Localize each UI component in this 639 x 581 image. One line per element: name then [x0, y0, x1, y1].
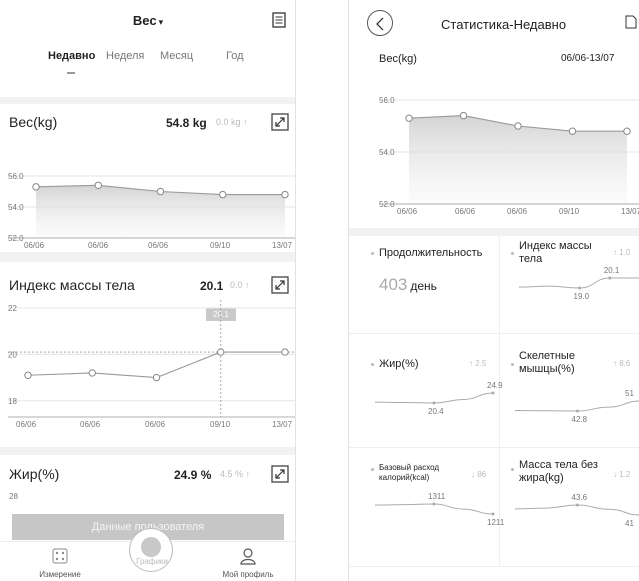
data-point — [32, 183, 40, 191]
x-tick-label: 09/10 — [210, 241, 231, 250]
data-point — [152, 373, 161, 382]
muscle-max-label: 51 — [625, 389, 634, 398]
nav-charts-label: Графики — [136, 557, 168, 566]
bmr-min-label: 1211 — [487, 518, 505, 527]
y-tick-label: 22 — [8, 304, 17, 313]
x-tick-label: 13/07 — [272, 241, 293, 250]
app-header: Вес ▾ — [0, 0, 295, 42]
weight-value: 54.8 kg — [166, 116, 207, 130]
metric-title: Вес — [132, 13, 157, 28]
weight-card-header: Вес(kg) 54.8 kg 0.0 kg ↑ — [0, 107, 295, 137]
bmi-min-label: 19.0 — [574, 292, 590, 301]
expand-icon[interactable] — [271, 465, 289, 483]
tab-year[interactable]: Год — [226, 50, 244, 62]
bmi-min-point — [578, 286, 581, 290]
period-tabs: Недавно Неделя Месяц Год — [0, 50, 295, 74]
bmi-trend-line — [518, 277, 639, 289]
section-divider — [0, 447, 295, 455]
fat-card-title: Жир(%) — [9, 466, 60, 482]
weight-delta: 0.0 kg ↑ — [216, 117, 248, 127]
lean-trend-line — [514, 504, 639, 516]
bmr-min-point — [491, 512, 495, 516]
y-tick-label: 56.0 — [8, 172, 24, 181]
bmi-max-label: 20.1 — [604, 266, 620, 275]
data-point — [94, 181, 102, 189]
x-tick-label: 13/07 — [272, 420, 293, 429]
left-phone-screen: Вес ▾ Недавно Неделя Месяц Год Вес(kg) 54… — [0, 0, 296, 581]
nav-charts[interactable]: Графики — [129, 528, 173, 572]
data-point — [24, 371, 32, 379]
fat-delta: 4.5 % ↑ — [220, 469, 251, 479]
chart-icon — [141, 537, 161, 557]
data-point — [281, 190, 289, 199]
nav-profile[interactable]: Мой профиль — [208, 542, 288, 581]
bmr-max-label: 1311 — [428, 492, 446, 501]
data-point — [88, 369, 96, 377]
bmi-max-point — [608, 276, 612, 280]
fat-value: 24.9 % — [174, 468, 212, 482]
weight-chart: 56.054.052.006/0606/0606/0609/1013/07 — [8, 172, 295, 250]
bmi-card-title: Индекс массы тела — [9, 277, 135, 293]
metric-selector[interactable]: Вес ▾ — [0, 13, 295, 28]
section-divider — [0, 97, 295, 104]
lean-min-label: 41 — [625, 519, 634, 528]
x-tick-label: 09/10 — [210, 420, 231, 429]
y-tick-label: 18 — [8, 397, 17, 406]
bmr-max-point — [432, 502, 436, 506]
fat-max-label: 24.9 — [487, 381, 503, 390]
bmi-delta: 0.0 ↑ — [230, 280, 250, 290]
bmi-card-header: Индекс массы тела 20.1 0.0 ↑ — [0, 270, 295, 300]
active-tab-indicator — [67, 72, 75, 74]
data-point — [217, 348, 225, 356]
document-icon[interactable] — [272, 12, 286, 28]
x-tick-label: 06/06 — [24, 241, 45, 250]
fat-max-point — [491, 391, 495, 395]
muscle-trend-line — [514, 400, 639, 412]
bmi-chart: 22201806/06 06/06 06/06 09/10 13/07 — [8, 300, 295, 429]
x-tick-label: 06/06 — [148, 241, 169, 250]
data-point — [281, 348, 289, 356]
measure-icon — [52, 548, 68, 564]
x-tick-label: 06/06 — [88, 241, 109, 250]
tab-recent[interactable]: Недавно — [48, 50, 95, 62]
data-point — [219, 190, 227, 199]
x-tick-label: 06/06 — [145, 420, 166, 429]
x-tick-label: 06/06 — [16, 420, 37, 429]
muscle-min-label: 42.8 — [572, 415, 588, 424]
nav-profile-label: Мой профиль — [222, 570, 274, 579]
lean-max-label: 43.6 — [572, 493, 588, 502]
y-tick-label: 52.0 — [8, 234, 24, 243]
expand-icon[interactable] — [271, 276, 289, 294]
chevron-down-icon: ▾ — [158, 17, 164, 27]
section-divider — [0, 252, 295, 262]
data-point — [156, 187, 165, 196]
tab-week[interactable]: Неделя — [106, 50, 144, 62]
right-phone-screen: Статистика-Недавно Вес(kg) 06/06-13/07 5… — [348, 0, 639, 581]
expand-icon[interactable] — [271, 113, 289, 131]
mini-trend-charts: 20.1 19.0 24.9 20.4 51 42.8 1311 1211 43.6 41 — [374, 266, 639, 528]
muscle-min-point — [576, 409, 579, 413]
profile-icon — [240, 548, 256, 565]
weight-card-title: Вес(kg) — [9, 114, 58, 130]
fat-chart-ytick: 28 — [9, 492, 18, 501]
fat-min-label: 20.4 — [428, 407, 444, 416]
x-tick-label: 06/06 — [80, 420, 101, 429]
nav-measurement[interactable]: Измерение — [20, 542, 100, 581]
fat-card-header: Жир(%) 24.9 % 4.5 % ↑ — [0, 459, 295, 489]
fat-min-point — [432, 401, 436, 405]
nav-measurement-label: Измерение — [39, 570, 81, 579]
bmi-value: 20.1 — [200, 279, 224, 293]
tab-month[interactable]: Месяц — [160, 50, 193, 62]
y-tick-label: 54.0 — [8, 203, 24, 212]
series-line — [27, 351, 285, 379]
lean-max-point — [576, 503, 579, 507]
